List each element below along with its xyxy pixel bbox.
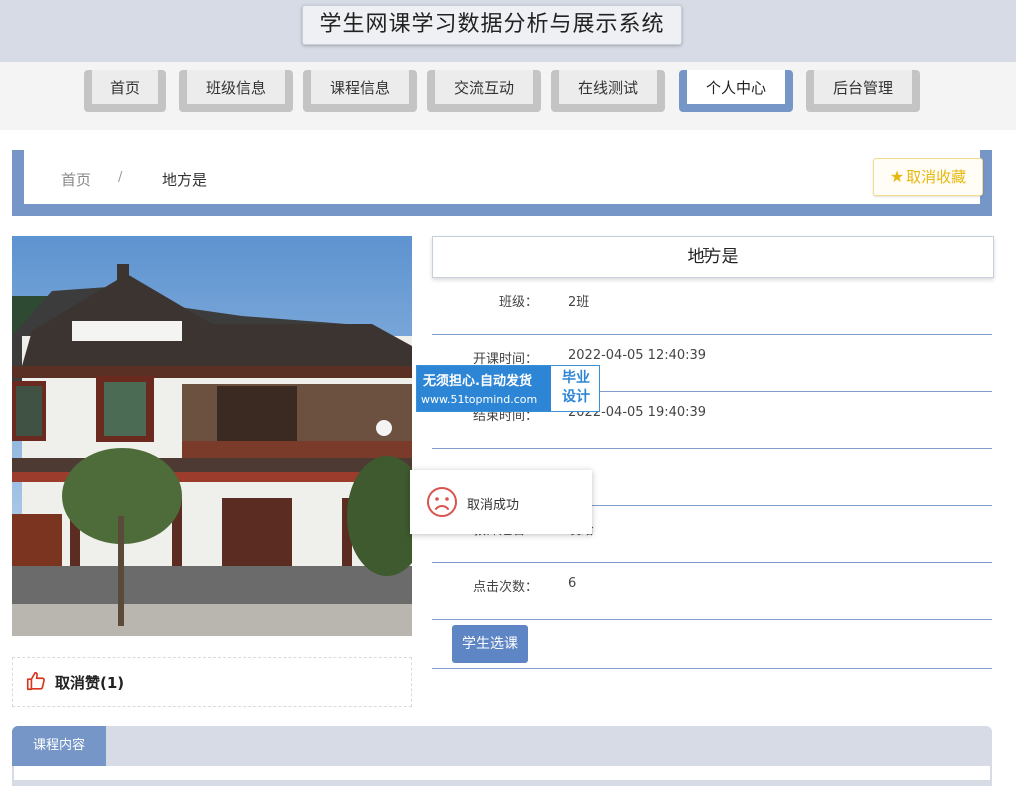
top-header: 学生网课学习数据分析与展示系统 xyxy=(0,0,1016,62)
text-cursor-icon: Ｉ xyxy=(700,246,713,260)
site-title: 学生网课学习数据分析与展示系统 xyxy=(302,5,682,45)
breadcrumb: 首页 / 地方是 ★ 取消收藏 xyxy=(24,150,983,204)
info-label: 班级： xyxy=(498,295,538,310)
nav-item-interaction[interactable]: 交流互动 xyxy=(427,70,541,112)
cancel-favorite-button[interactable]: ★ 取消收藏 xyxy=(873,158,983,196)
watermark-banner: 无须担心.自动发货 www.51topmind.com 毕业设计 xyxy=(416,365,600,412)
nav-item-home[interactable]: 首页 xyxy=(84,70,166,112)
course-content-body xyxy=(14,766,990,780)
nav-item-course-info[interactable]: 课程信息 xyxy=(303,70,417,112)
info-row-clicks: 点击次数： 6 xyxy=(432,562,992,620)
sad-face-icon xyxy=(427,487,457,517)
info-label: 点击次数： xyxy=(472,580,538,595)
nav-item-label: 首页 xyxy=(92,70,158,104)
watermark-left: 无须担心.自动发货 www.51topmind.com xyxy=(417,366,551,411)
breadcrumb-separator: / xyxy=(118,170,123,185)
course-title: 地方是 xyxy=(432,236,994,278)
toast-text: 取消成功 xyxy=(467,498,520,513)
info-value: 2班 xyxy=(568,295,590,310)
nav-item-online-test[interactable]: 在线测试 xyxy=(551,70,665,112)
like-label[interactable]: 取消赞(1) xyxy=(55,672,124,693)
nav-item-label: 后台管理 xyxy=(814,70,912,104)
breadcrumb-bar: 首页 / 地方是 ★ 取消收藏 xyxy=(12,150,992,216)
info-row-class: 班级： 2班 xyxy=(432,277,992,335)
nav-item-label: 课程信息 xyxy=(311,70,409,104)
toast-message: 取消成功 xyxy=(410,470,592,534)
breadcrumb-current: 地方是 xyxy=(162,171,208,189)
cancel-favorite-label: 取消收藏 xyxy=(906,168,967,186)
nav-item-personal-center[interactable]: 个人中心 xyxy=(679,70,793,112)
thumbs-up-icon[interactable] xyxy=(25,670,47,692)
tab-course-content[interactable]: 课程内容 xyxy=(12,726,106,766)
divider xyxy=(432,668,992,669)
select-course-button[interactable]: 学生选课 xyxy=(452,625,528,663)
info-value: 6 xyxy=(568,576,577,591)
course-image xyxy=(12,236,412,636)
nav-item-label: 交流互动 xyxy=(435,70,533,104)
like-box: 取消赞(1) xyxy=(12,657,412,707)
info-value: 2022-04-05 12:40:39 xyxy=(568,348,707,363)
breadcrumb-home-link[interactable]: 首页 xyxy=(61,169,91,190)
watermark-badge: 毕业设计 xyxy=(562,370,590,405)
nav-item-label: 在线测试 xyxy=(559,70,657,104)
nav-item-label: 班级信息 xyxy=(187,70,285,104)
watermark-url: www.51topmind.com xyxy=(421,393,538,406)
main-nav: 首页 班级信息 课程信息 交流互动 在线测试 个人中心 后台管理 xyxy=(0,62,1016,130)
nav-item-label: 个人中心 xyxy=(687,70,785,104)
nav-item-admin[interactable]: 后台管理 xyxy=(806,70,920,112)
watermark-slogan: 无须担心.自动发货 xyxy=(423,374,532,389)
nav-item-class-info[interactable]: 班级信息 xyxy=(179,70,293,112)
star-icon: ★ xyxy=(889,167,905,186)
